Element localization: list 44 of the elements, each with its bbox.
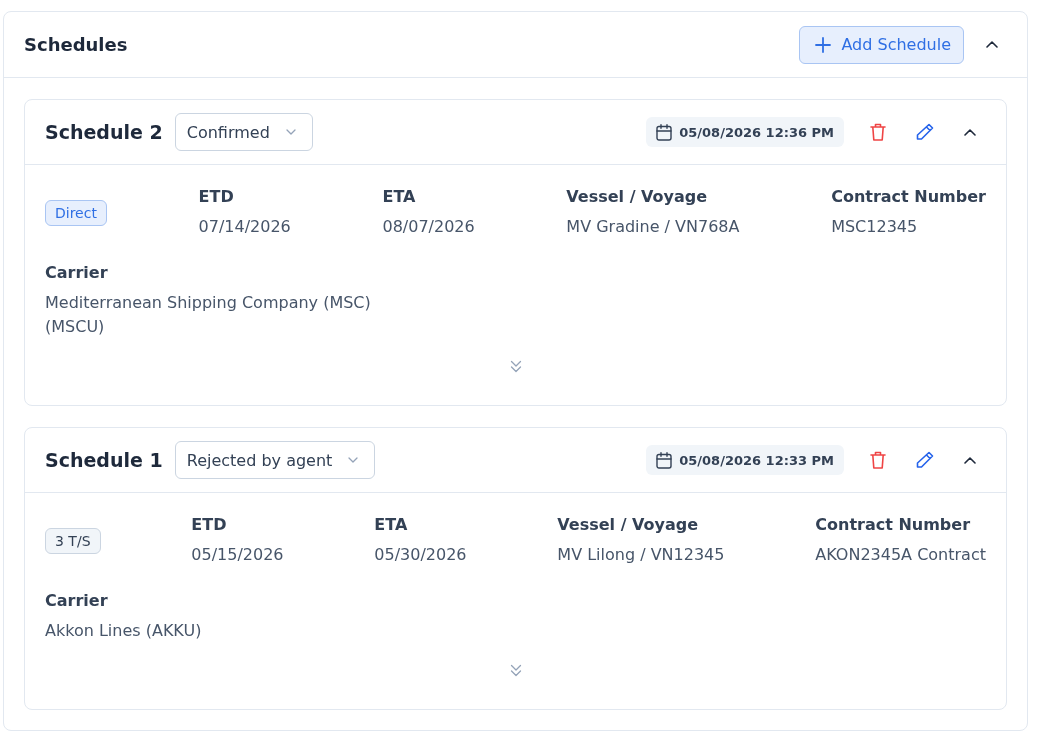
field-label: ETA [374, 515, 409, 535]
field-label: Contract Number [831, 187, 986, 207]
field-value: 05/15/2026 [191, 544, 284, 566]
calendar-icon [656, 451, 673, 469]
pencil-icon[interactable] [916, 123, 934, 141]
field-value: MV Gradine / VN768A [566, 216, 740, 238]
schedule-title: Schedule 1 [45, 449, 163, 471]
field-label: ETD [198, 187, 235, 207]
schedule-title: Schedule 2 [45, 121, 163, 143]
field-label: Carrier [45, 263, 109, 283]
field-value: 05/30/2026 [374, 544, 467, 566]
timestamp-text: 05/08/2026 12:36 PM [679, 124, 834, 140]
field-value: MSC12345 [831, 216, 919, 238]
chevron-up-icon[interactable] [964, 128, 976, 136]
chevron-up-icon[interactable] [986, 41, 998, 48]
field-label: Carrier [45, 591, 109, 611]
field-label: ETD [191, 515, 228, 535]
trash-icon[interactable] [870, 451, 886, 469]
field-label: Contract Number [815, 515, 972, 535]
field-value: Akkon Lines (AKKU) [45, 620, 203, 642]
field-value: 08/07/2026 [382, 216, 475, 238]
field-value: AKON2345A Contract [815, 544, 986, 566]
chevron-up-icon[interactable] [964, 456, 976, 464]
routing-badge: Direct [45, 200, 107, 226]
field-value: 07/14/2026 [198, 216, 291, 238]
field-label: Vessel / Voyage [566, 187, 709, 207]
panel-title: Schedules [24, 34, 128, 55]
status-dropdown[interactable]: Confirmed [174, 113, 313, 151]
double-chevron-down-icon[interactable] [509, 664, 522, 677]
field-label: ETA [382, 187, 417, 207]
status-dropdown[interactable]: Rejected by agent [174, 441, 376, 479]
chevron-down-icon [348, 457, 359, 463]
plus-icon [815, 36, 832, 53]
timestamp-text: 05/08/2026 12:33 PM [679, 452, 834, 468]
trash-icon[interactable] [870, 123, 886, 141]
field-value: MV Lilong / VN12345 [557, 544, 725, 566]
double-chevron-down-icon[interactable] [509, 360, 522, 373]
field-label: Vessel / Voyage [557, 515, 700, 535]
routing-badge: 3 T/S [45, 528, 101, 554]
calendar-icon [656, 123, 673, 141]
pencil-icon[interactable] [916, 451, 934, 469]
add-schedule-button[interactable]: Add Schedule [799, 25, 964, 64]
field-value: Mediterranean Shipping Company (MSC) (MSCU) [45, 292, 372, 338]
chevron-down-icon [285, 129, 296, 135]
